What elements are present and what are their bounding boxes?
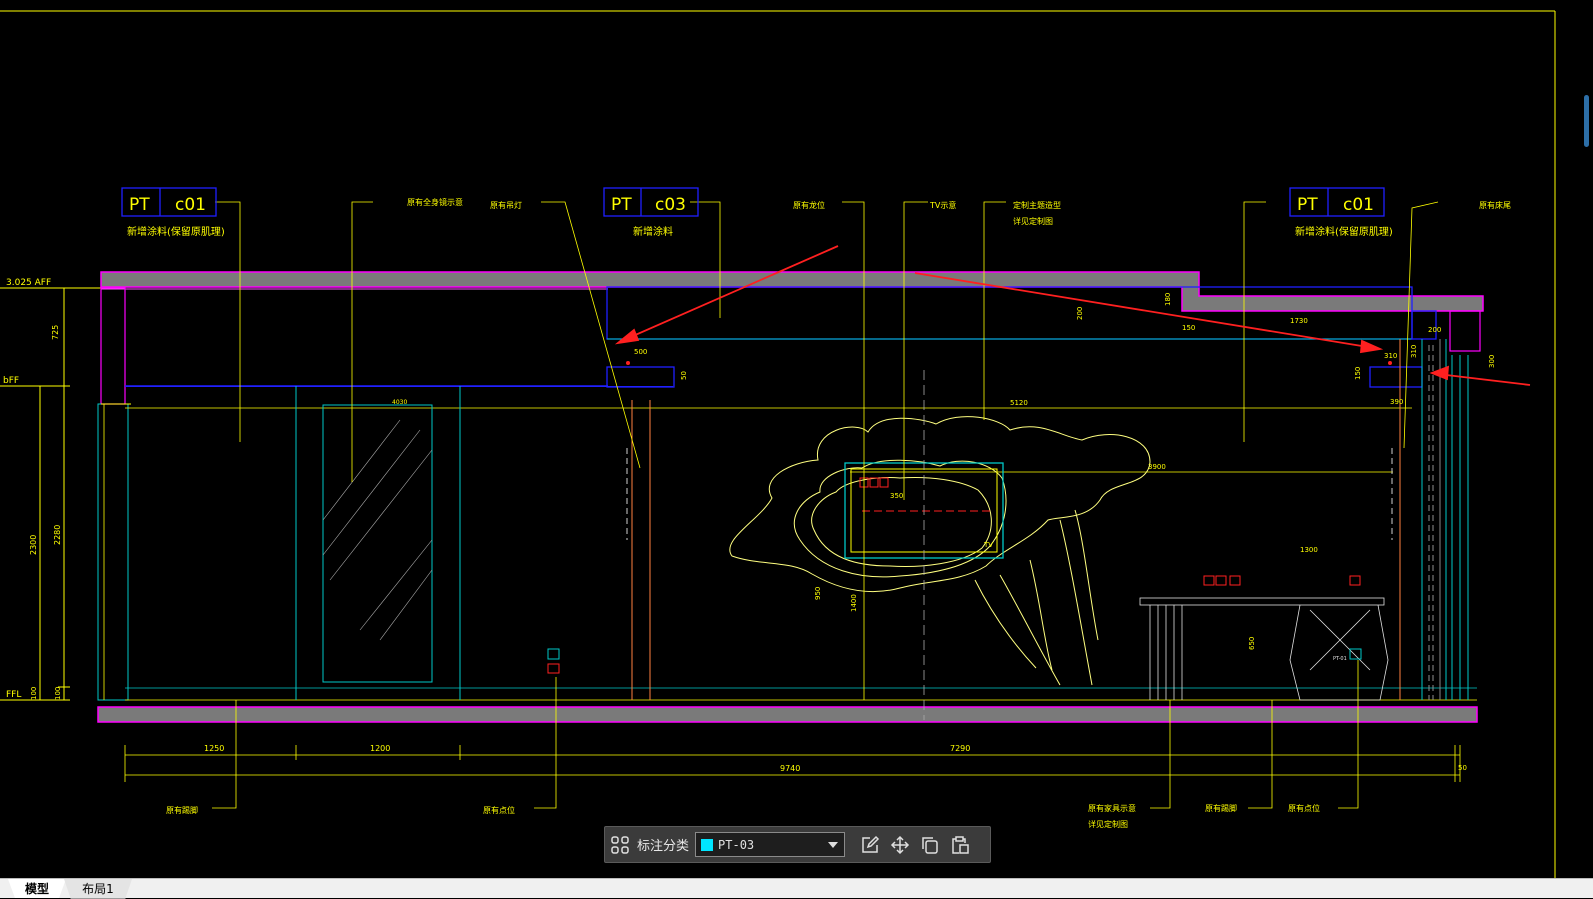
dim-650: 650: [1248, 637, 1256, 650]
dim-left-2300: 2300: [29, 535, 38, 555]
callout-bed-end: 原有床尾: [1479, 200, 1511, 210]
callout-point-left: 原有点位: [483, 805, 515, 815]
dim-50b: 50: [1458, 764, 1467, 772]
dim-mirror-width: 4030: [392, 399, 407, 406]
dim-left-725: 725: [51, 325, 60, 340]
dim-200a: 200: [1076, 307, 1084, 320]
tag-code: PT: [1297, 195, 1318, 215]
dim-1400: 1400: [850, 594, 858, 612]
tag-code: PT: [129, 195, 150, 215]
dim-1730: 1730: [1290, 317, 1308, 325]
ceiling-slab: [100, 271, 1484, 312]
tag-pt-c01-right[interactable]: PT c01 新增涂料(保留原肌理): [1289, 187, 1393, 238]
tag-pt-c01-left[interactable]: PT c01 新增涂料(保留原肌理): [121, 187, 225, 238]
callout-mirror: 原有全身镜示意: [407, 197, 463, 207]
sockets: [547, 575, 1362, 674]
edit-icon[interactable]: [855, 830, 885, 860]
tv-label: TV: [983, 541, 993, 549]
red-arrows: [614, 245, 1531, 386]
callout-point-right: 原有点位: [1288, 803, 1320, 813]
annotation-toolbar: 标注分类 PT-03: [604, 826, 991, 863]
mirror-hatch: [322, 419, 433, 641]
paste-icon[interactable]: [945, 830, 975, 860]
tag-code: PT: [611, 195, 632, 215]
callout-furniture: 原有家具示意: [1088, 803, 1136, 813]
tv-outline: TV: [844, 370, 1004, 720]
tree-sculpture: [729, 416, 1151, 686]
tag-note: 新增涂料(保留原肌理): [1295, 225, 1393, 238]
dim-1200: 1200: [370, 744, 390, 753]
dim-500: 500: [634, 348, 647, 356]
furniture-label: PT-01: [1333, 656, 1347, 662]
callout-custom-detail: 详见定制图: [1013, 216, 1053, 226]
dim-150b: 150: [1354, 367, 1362, 380]
level-ffl-label: FFL: [6, 690, 21, 700]
dim-150a: 150: [1182, 324, 1195, 332]
left-wall: [97, 287, 673, 701]
tag-note: 新增涂料: [633, 225, 673, 238]
dim-1300: 1300: [1300, 546, 1318, 554]
copy-icon[interactable]: [915, 830, 945, 860]
datum-lines: [125, 407, 1477, 701]
dim-9740: 9740: [780, 764, 800, 773]
dim-180: 180: [1164, 293, 1172, 306]
floor-slab: [97, 706, 1478, 723]
dim-950: 950: [814, 587, 822, 600]
tab-layout1[interactable]: 布局1: [64, 879, 132, 899]
callout-custom: 定制主题造型: [1013, 200, 1061, 210]
level-marks: 3.025 AFF bFF FFL: [0, 278, 108, 701]
dim-310b: 310: [1410, 345, 1418, 358]
callout-lamp: 原有吊灯: [490, 200, 522, 210]
dim-390: 390: [1390, 398, 1403, 406]
dim-left-2280: 2280: [53, 525, 62, 545]
dim-50a: 50: [680, 371, 688, 380]
level-bff-label: bFF: [3, 376, 19, 386]
dim-1250: 1250: [204, 744, 224, 753]
level-aff-label: 3.025 AFF: [6, 278, 51, 288]
callout-skirting-left: 原有踢脚: [166, 805, 198, 815]
grid-icon[interactable]: [605, 830, 635, 860]
drawing-canvas[interactable]: 3.025 AFF bFF FFL 725 2300 2280 100 100: [0, 0, 1593, 898]
dim-left-100b: 100: [54, 687, 62, 700]
dim-3900: 3900: [1148, 463, 1166, 471]
dim-left-100a: 100: [30, 687, 38, 700]
callout-tv: TV示意: [929, 200, 956, 210]
category-label: 标注分类: [637, 839, 690, 854]
tag-num: c01: [1343, 195, 1374, 215]
tag-pt-c03[interactable]: PT c03 新增涂料: [603, 187, 699, 238]
layout-tab-bar: 模型 布局1: [0, 878, 1593, 899]
curtain-lines: [626, 345, 1434, 700]
category-selected-value: PT-03: [718, 837, 755, 852]
left-dimensions: 725 2300 2280 100 100: [29, 287, 70, 701]
callout-furniture-detail: 详见定制图: [1088, 819, 1128, 829]
tab-model[interactable]: 模型: [8, 879, 66, 898]
tag-note: 新增涂料(保留原肌理): [127, 225, 225, 238]
vertical-scrollbar[interactable]: [1584, 95, 1589, 147]
tag-num: c03: [655, 195, 686, 215]
dim-7290: 7290: [950, 744, 970, 753]
callout-position: 原有龙位: [793, 200, 825, 210]
bottom-dimensions: 1250 1200 7290 9740 50: [124, 744, 1467, 782]
callout-skirting-right: 原有踢脚: [1205, 803, 1237, 813]
dim-310a: 310: [1384, 352, 1397, 360]
dim-350: 350: [890, 492, 903, 500]
dim-300: 300: [1488, 355, 1496, 368]
category-color-swatch: [701, 838, 714, 851]
dim-200b: 200: [1428, 326, 1441, 334]
category-dropdown[interactable]: PT-03: [695, 832, 846, 857]
chevron-down-icon: [828, 841, 839, 848]
tag-num: c01: [175, 195, 206, 215]
dim-5120: 5120: [1010, 399, 1028, 407]
move-icon[interactable]: [885, 830, 915, 860]
